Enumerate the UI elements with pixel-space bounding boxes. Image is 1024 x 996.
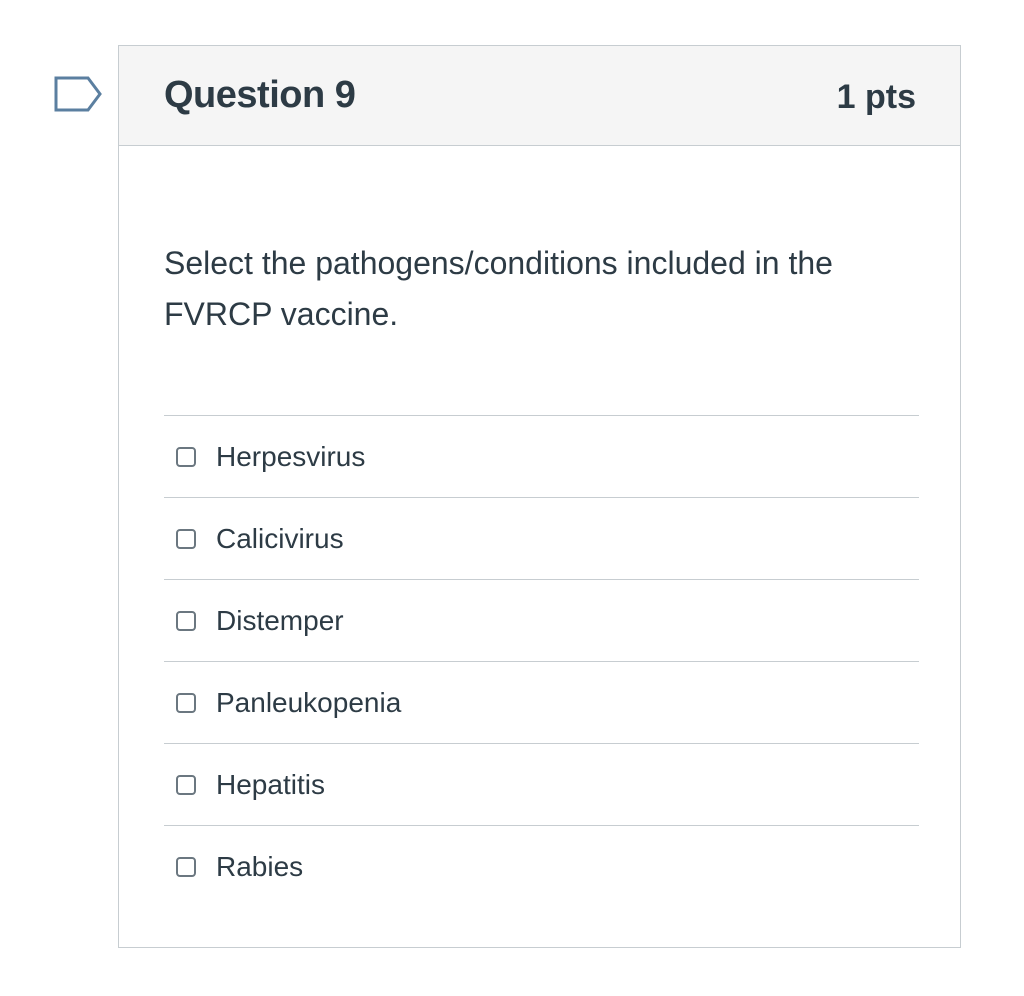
answer-option[interactable]: Distemper	[164, 580, 919, 662]
question-card: Question 9 1 pts Select the pathogens/co…	[118, 45, 961, 948]
answer-checkbox[interactable]	[176, 856, 196, 877]
quiz-page: Question 9 1 pts Select the pathogens/co…	[0, 0, 1024, 996]
answer-list: Herpesvirus Calicivirus Distemper Panleu…	[164, 415, 919, 907]
flag-question-icon[interactable]	[54, 76, 104, 112]
question-text: Select the pathogens/conditions included…	[164, 245, 833, 332]
answer-option[interactable]: Rabies	[164, 826, 919, 907]
answer-checkbox[interactable]	[176, 446, 196, 467]
question-points: 1 pts	[836, 78, 916, 116]
question-header: Question 9 1 pts	[119, 46, 960, 146]
answer-option[interactable]: Panleukopenia	[164, 662, 919, 744]
answer-checkbox[interactable]	[176, 774, 196, 795]
answer-option[interactable]: Hepatitis	[164, 744, 919, 826]
answer-label: Calicivirus	[216, 522, 344, 554]
answer-label: Distemper	[216, 604, 344, 636]
answer-checkbox[interactable]	[176, 528, 196, 549]
answer-label: Hepatitis	[216, 768, 325, 800]
answer-label: Panleukopenia	[216, 686, 402, 718]
answer-label: Herpesvirus	[216, 440, 366, 472]
answer-option[interactable]: Herpesvirus	[164, 416, 919, 498]
answer-option[interactable]: Calicivirus	[164, 498, 919, 580]
answer-checkbox[interactable]	[176, 692, 196, 713]
answer-checkbox[interactable]	[176, 610, 196, 631]
answer-label: Rabies	[216, 850, 304, 882]
question-title: Question 9	[164, 74, 356, 116]
